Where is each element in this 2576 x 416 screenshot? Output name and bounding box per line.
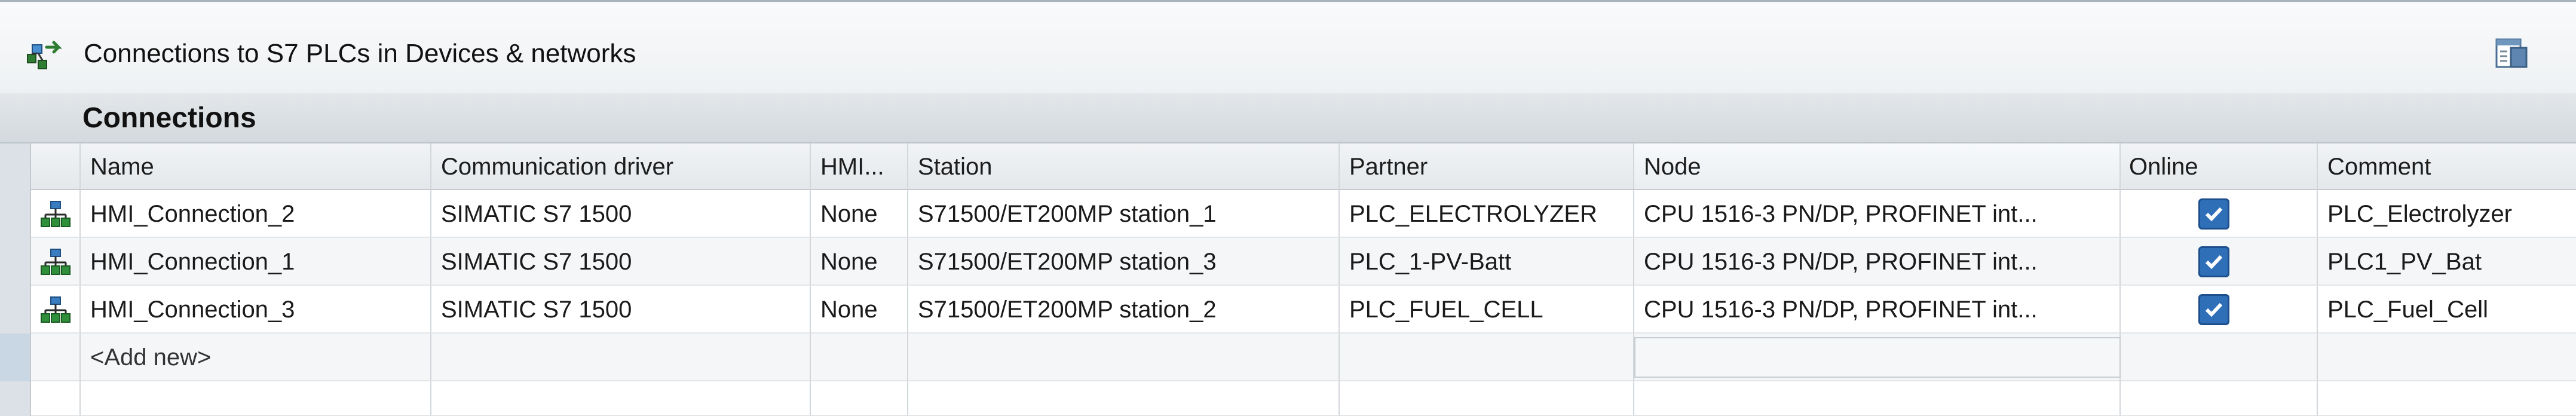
- row-icon-cell: [31, 190, 81, 238]
- column-header-online[interactable]: Online: [2121, 143, 2318, 190]
- empty-cell: [908, 381, 1340, 416]
- row-header-3[interactable]: [0, 286, 31, 334]
- table-row[interactable]: HMI_Connection_1 SIMATIC S7 1500 None S7…: [31, 238, 2576, 286]
- cell-station[interactable]: S71500/ET200MP station_3: [908, 238, 1340, 286]
- hmi-connection-icon: [41, 249, 71, 275]
- hmi-connection-icon: [41, 201, 71, 227]
- cell-node[interactable]: CPU 1516-3 PN/DP, PROFINET int...: [1634, 190, 2121, 238]
- cell-online[interactable]: [2121, 334, 2318, 381]
- cell-hmi[interactable]: None: [811, 238, 908, 286]
- column-header-name[interactable]: Name: [81, 143, 431, 190]
- column-header-node[interactable]: Node: [1634, 143, 2121, 190]
- empty-cell: [1634, 381, 2121, 416]
- row-icon-cell: [31, 334, 81, 381]
- hmi-connection-icon: [41, 296, 71, 323]
- connections-section-header: Connections: [0, 93, 2576, 143]
- cell-partner[interactable]: PLC_1-PV-Batt: [1340, 238, 1634, 286]
- cell-name[interactable]: HMI_Connection_1: [81, 238, 431, 286]
- empty-cell: [1340, 381, 1634, 416]
- column-header-hmi[interactable]: HMI...: [811, 143, 908, 190]
- row-header-1[interactable]: [0, 190, 31, 238]
- table-row[interactable]: HMI_Connection_2 SIMATIC S7 1500 None S7…: [31, 190, 2576, 238]
- cell-station[interactable]: [908, 334, 1340, 381]
- connections-editor: Connections to S7 PLCs in Devices & netw…: [0, 0, 2576, 416]
- online-checkbox[interactable]: [2198, 198, 2229, 230]
- column-header-comment[interactable]: Comment: [2318, 143, 2576, 190]
- node-empty-field[interactable]: [1634, 337, 2121, 378]
- empty-cell: [811, 381, 908, 416]
- panel-layout-icon[interactable]: [2493, 35, 2530, 72]
- empty-cell: [2121, 381, 2318, 416]
- add-new-row[interactable]: <Add new>: [31, 334, 2576, 381]
- cell-hmi[interactable]: [811, 334, 908, 381]
- section-title: Connections: [82, 102, 256, 134]
- row-icon-cell: [31, 286, 81, 334]
- cell-name[interactable]: HMI_Connection_2: [81, 190, 431, 238]
- cell-comment[interactable]: [2318, 334, 2576, 381]
- online-checkbox[interactable]: [2198, 294, 2229, 325]
- cell-communication-driver[interactable]: SIMATIC S7 1500: [431, 286, 811, 334]
- column-header-partner[interactable]: Partner: [1340, 143, 1634, 190]
- cell-partner[interactable]: PLC_FUEL_CELL: [1340, 286, 1634, 334]
- empty-cell: [31, 381, 81, 416]
- cell-online: [2121, 190, 2318, 238]
- cell-partner[interactable]: PLC_ELECTROLYZER: [1340, 190, 1634, 238]
- cell-hmi[interactable]: None: [811, 190, 908, 238]
- table-header-row: Name Communication driver HMI... Station…: [31, 143, 2576, 190]
- cell-hmi[interactable]: None: [811, 286, 908, 334]
- table-row[interactable]: HMI_Connection_3 SIMATIC S7 1500 None S7…: [31, 286, 2576, 334]
- empty-cell: [81, 381, 431, 416]
- cell-station[interactable]: S71500/ET200MP station_2: [908, 286, 1340, 334]
- cell-name[interactable]: HMI_Connection_3: [81, 286, 431, 334]
- empty-cell: [431, 381, 811, 416]
- row-icon-cell: [31, 238, 81, 286]
- row-header-add-new[interactable]: [0, 334, 31, 381]
- cell-communication-driver[interactable]: [431, 334, 811, 381]
- cell-online: [2121, 286, 2318, 334]
- empty-row: [31, 381, 2576, 416]
- online-checkbox[interactable]: [2198, 246, 2229, 277]
- add-new-cell[interactable]: <Add new>: [81, 334, 431, 381]
- cell-communication-driver[interactable]: SIMATIC S7 1500: [431, 190, 811, 238]
- column-header-station[interactable]: Station: [908, 143, 1340, 190]
- empty-cell: [2318, 381, 2576, 416]
- cell-comment[interactable]: PLC_Electrolyzer: [2318, 190, 2576, 238]
- editor-title-bar: Connections to S7 PLCs in Devices & netw…: [0, 4, 2576, 94]
- cell-communication-driver[interactable]: SIMATIC S7 1500: [431, 238, 811, 286]
- column-header-icon[interactable]: [31, 143, 81, 190]
- row-header-2[interactable]: [0, 238, 31, 286]
- plc-network-connect-icon: [27, 41, 62, 69]
- cell-comment[interactable]: PLC_Fuel_Cell: [2318, 286, 2576, 334]
- row-header-empty: [0, 381, 31, 416]
- connections-table: Name Communication driver HMI... Station…: [31, 143, 2576, 416]
- cell-partner[interactable]: [1340, 334, 1634, 381]
- cell-station[interactable]: S71500/ET200MP station_1: [908, 190, 1340, 238]
- column-header-communication-driver[interactable]: Communication driver: [431, 143, 811, 190]
- cell-online: [2121, 238, 2318, 286]
- editor-title: Connections to S7 PLCs in Devices & netw…: [84, 39, 636, 68]
- row-header-corner[interactable]: [0, 143, 31, 190]
- cell-node[interactable]: CPU 1516-3 PN/DP, PROFINET int...: [1634, 238, 2121, 286]
- cell-comment[interactable]: PLC1_PV_Bat: [2318, 238, 2576, 286]
- cell-node[interactable]: CPU 1516-3 PN/DP, PROFINET int...: [1634, 286, 2121, 334]
